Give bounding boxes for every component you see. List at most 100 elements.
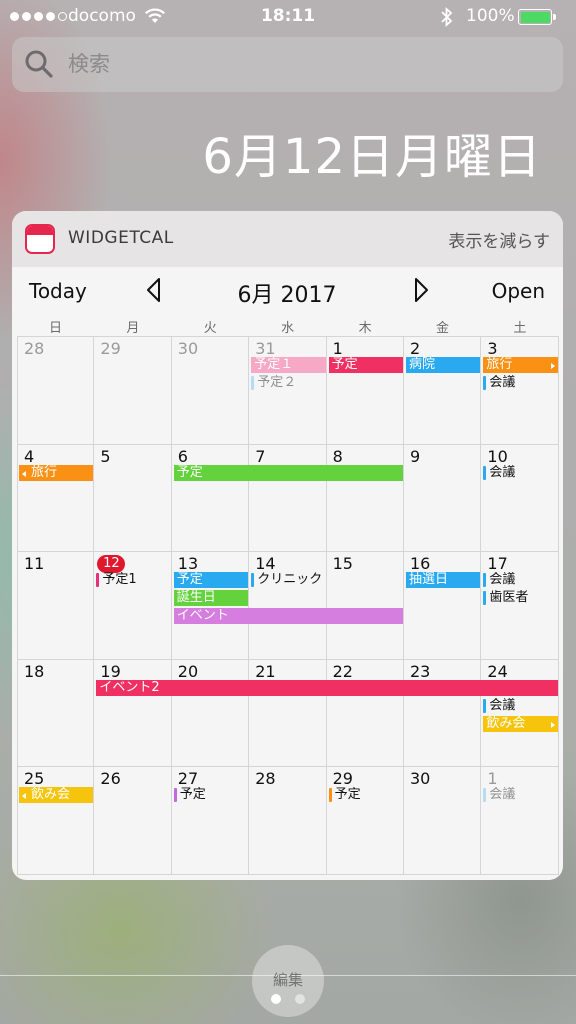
day-cell[interactable]: 8 (326, 444, 404, 553)
day-number: 15 (332, 554, 353, 574)
day-number: 24 (487, 661, 508, 681)
search-input[interactable] (68, 47, 538, 81)
calendar-event[interactable]: 予定1 (96, 572, 170, 588)
today-button[interactable]: Today (29, 279, 87, 303)
day-cell[interactable]: 23 (404, 659, 482, 768)
calendar-event[interactable]: 予定１ (251, 357, 326, 373)
show-less-button[interactable]: 表示を減らす (448, 227, 550, 252)
calendar-event[interactable]: 会議 (483, 465, 557, 481)
day-cell[interactable]: 14 (249, 552, 327, 660)
day-cell[interactable]: 5 (94, 444, 172, 553)
calendar-event[interactable]: 病院 (406, 357, 481, 373)
day-number: 28 (24, 339, 45, 358)
calendar-event[interactable]: 抽選日 (406, 572, 481, 589)
calendar-event[interactable]: 予定 (173, 464, 403, 481)
day-number: 17 (487, 554, 508, 574)
search-icon (25, 50, 53, 78)
calendar-event[interactable]: イベント (173, 608, 403, 625)
calendar-event[interactable]: クリニック (251, 572, 325, 588)
next-month-icon[interactable] (410, 276, 432, 304)
weekday-label: 日 (48, 321, 62, 336)
day-number: 30 (410, 769, 431, 789)
day-number: 7 (255, 446, 266, 466)
page-indicator (0, 994, 576, 1004)
battery-icon (518, 9, 552, 25)
calendar-event[interactable]: 旅行 (19, 464, 94, 481)
day-cell[interactable]: 21 (249, 659, 327, 768)
day-cell[interactable]: 28 (17, 337, 95, 445)
day-number: 30 (177, 339, 199, 358)
search-bar[interactable] (12, 37, 563, 92)
calendar-event[interactable]: 歯医者 (483, 590, 557, 606)
calendar-event[interactable]: 会議 (483, 787, 557, 803)
weekday-label: 火 (203, 321, 217, 336)
day-number: 28 (255, 769, 276, 789)
battery-percentage: 100% (466, 6, 515, 26)
day-cell[interactable]: 11 (17, 552, 95, 660)
day-cell[interactable]: 18 (17, 659, 95, 768)
day-cell[interactable]: 25 (17, 767, 95, 875)
page-dot[interactable] (295, 994, 305, 1004)
bluetooth-icon (441, 6, 453, 28)
page-dot[interactable] (271, 994, 281, 1004)
calendar-event[interactable]: 予定 (173, 787, 248, 803)
day-cell[interactable]: 22 (326, 659, 404, 768)
status-bar: docomo 18:11 100% (0, 0, 576, 34)
open-app-button[interactable]: Open (492, 279, 545, 303)
weekday-label: 月 (126, 321, 140, 336)
calendar-event[interactable]: 会議 (483, 572, 557, 588)
today-day-number: 12 (97, 555, 126, 574)
day-cell[interactable]: 2 (404, 337, 482, 445)
day-number: 18 (24, 661, 45, 681)
day-cell[interactable]: 19 (94, 659, 172, 768)
day-number: 22 (332, 661, 353, 681)
day-number: 1 (332, 339, 343, 358)
edit-button[interactable]: 編集 (252, 945, 324, 1017)
calendar-event[interactable]: 飲み会 (19, 787, 94, 804)
calendar-event[interactable]: 会議 (483, 698, 557, 714)
day-number: 20 (177, 661, 199, 681)
day-cell[interactable]: 1 (481, 767, 559, 875)
weekday-header: 日月火水木金土 (12, 317, 563, 337)
weekday-label: 木 (358, 321, 372, 336)
day-cell[interactable]: 1 (326, 337, 404, 445)
day-cell[interactable]: 28 (249, 767, 327, 875)
day-cell[interactable]: 26 (94, 767, 172, 875)
day-cell[interactable]: 12 (94, 552, 172, 660)
calendar-event[interactable]: 予定 (173, 572, 249, 589)
day-cell[interactable]: 27 (171, 767, 250, 875)
day-number: 5 (100, 446, 111, 466)
day-cell[interactable]: 15 (326, 552, 404, 660)
day-cell[interactable]: 6 (171, 444, 250, 553)
day-number: 10 (487, 446, 508, 466)
day-cell[interactable]: 16 (404, 552, 482, 660)
day-number: 31 (255, 339, 276, 358)
day-cell[interactable]: 30 (171, 337, 250, 445)
calendar-app-icon (25, 224, 55, 254)
day-number: 21 (255, 661, 276, 681)
calendar-event[interactable]: 予定 (328, 357, 403, 373)
calendar-event[interactable]: 飲み会 (483, 715, 558, 732)
day-number: 8 (332, 446, 343, 466)
calendar-event[interactable]: 誕生日 (173, 590, 249, 607)
calendar-widget: WIDGETCAL 表示を減らす Today 6月 2017 Open 日 月 火 水… (12, 211, 563, 880)
day-number: 3 (487, 339, 498, 358)
day-cell[interactable]: 10 (481, 444, 559, 553)
calendar-event[interactable]: イベント2 (96, 679, 558, 696)
calendar-event[interactable]: 旅行 (483, 357, 558, 373)
calendar-event[interactable]: 予定 (328, 787, 403, 803)
day-cell[interactable]: 4 (17, 444, 95, 553)
previous-month-icon[interactable] (143, 276, 165, 304)
calendar-toolbar: Today 6月 2017 Open (12, 267, 563, 315)
day-cell[interactable]: 29 (326, 767, 404, 875)
day-cell[interactable]: 9 (404, 444, 482, 553)
day-cell[interactable]: 30 (404, 767, 482, 875)
calendar-event[interactable]: 予定２ (251, 375, 325, 391)
day-cell[interactable]: 20 (171, 659, 250, 768)
day-cell[interactable]: 29 (94, 337, 172, 445)
calendar-event[interactable]: 会議 (483, 375, 557, 391)
day-number: 13 (177, 554, 199, 574)
day-number: 25 (24, 769, 45, 789)
day-cell[interactable]: 7 (249, 444, 327, 553)
day-number: 4 (24, 446, 35, 466)
